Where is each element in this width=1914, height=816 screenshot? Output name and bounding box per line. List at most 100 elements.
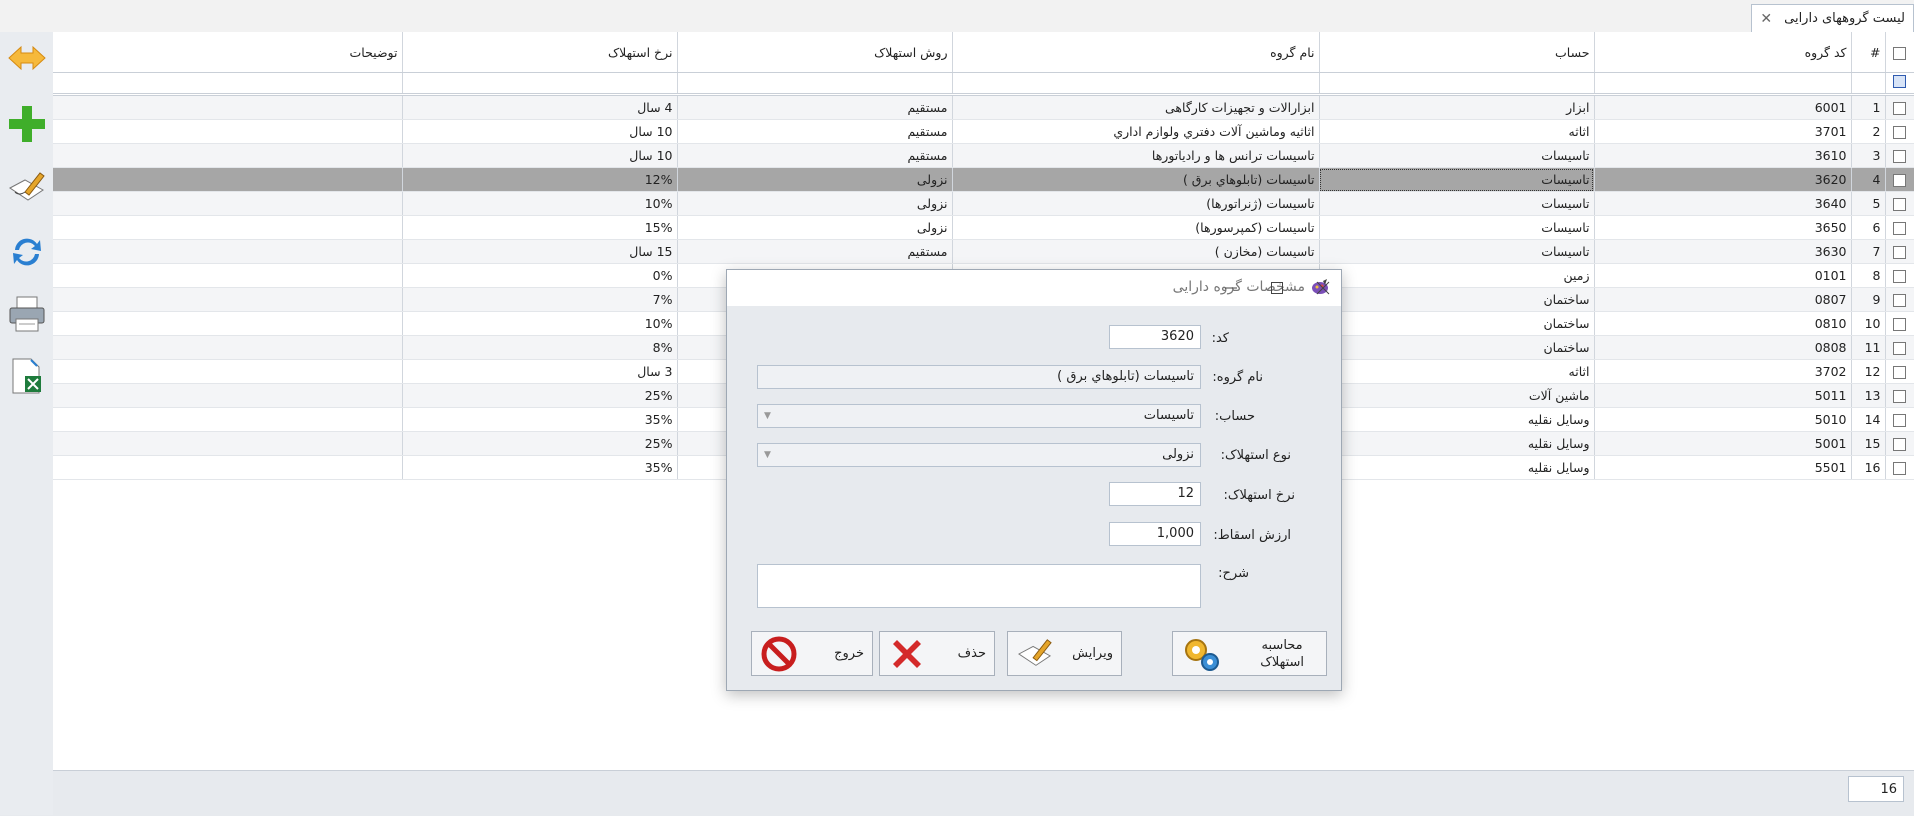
cell-rate[interactable]: 35% (402, 455, 678, 480)
cell-code[interactable]: 3701 (1594, 119, 1852, 144)
cell-rate[interactable]: 4 سال (402, 94, 678, 120)
close-icon[interactable] (1309, 274, 1337, 302)
cell-row-number[interactable]: 5 (1851, 191, 1886, 216)
filter-icon[interactable] (1885, 72, 1914, 96)
table-row[interactable]: 1 6001 ابزار ابزارالات و تجهیزات کارگاهی مست… (53, 94, 1914, 120)
row-checkbox[interactable] (1885, 335, 1914, 360)
table-row[interactable]: 6 3650 تاسیسات تاسیسات (کمپرسورها) نزولی 15% (53, 215, 1914, 240)
row-checkbox[interactable] (1885, 455, 1914, 480)
cell-row-number[interactable]: 3 (1851, 143, 1886, 168)
header-rate[interactable]: نرخ استهلاک (402, 32, 678, 73)
cell-method[interactable]: مستقیم (677, 94, 953, 120)
cell-description[interactable] (53, 239, 403, 264)
cell-rate[interactable]: 10 سال (402, 119, 678, 144)
row-checkbox[interactable] (1885, 431, 1914, 456)
cell-account[interactable]: وسایل نقلیه (1319, 455, 1595, 480)
cell-rate[interactable]: 7% (402, 287, 678, 312)
header-account[interactable]: حساب (1319, 32, 1595, 73)
row-checkbox[interactable] (1885, 287, 1914, 312)
exit-button[interactable]: خروج (751, 631, 873, 676)
depreciation-type-combo[interactable]: نزولی ▼ (757, 443, 1201, 467)
cell-method[interactable]: مستقیم (677, 239, 953, 264)
maximize-icon[interactable] (1263, 274, 1291, 302)
cell-description[interactable] (53, 431, 403, 456)
select-all-checkbox[interactable] (1885, 32, 1914, 73)
header-code[interactable]: کد گروه (1594, 32, 1852, 73)
cell-method[interactable]: مستقیم (677, 119, 953, 144)
cell-group-name[interactable]: تاسیسات (ژنراتورها) (952, 191, 1320, 216)
salvage-field[interactable]: 1,000 (1109, 522, 1201, 546)
filter-cell[interactable] (677, 72, 953, 96)
cell-account[interactable]: تاسیسات (1319, 239, 1595, 264)
cell-row-number[interactable]: 13 (1851, 383, 1886, 408)
header-method[interactable]: روش استهلاک (677, 32, 953, 73)
cell-rate[interactable]: 15 سال (402, 239, 678, 264)
cell-method[interactable]: مستقیم (677, 143, 953, 168)
cell-method[interactable]: نزولی (677, 215, 953, 240)
row-checkbox[interactable] (1885, 94, 1914, 120)
filter-cell[interactable] (1594, 72, 1852, 96)
cell-description[interactable] (53, 383, 403, 408)
cell-account[interactable]: زمین (1319, 263, 1595, 288)
filter-cell[interactable] (952, 72, 1320, 96)
cell-account[interactable]: تاسیسات (1319, 143, 1595, 168)
cell-account[interactable]: اثاثه (1319, 119, 1595, 144)
cell-description[interactable] (53, 311, 403, 336)
delete-button[interactable]: حذف (879, 631, 995, 676)
cell-code[interactable]: 3640 (1594, 191, 1852, 216)
cell-row-number[interactable]: 9 (1851, 287, 1886, 312)
cell-rate[interactable]: 10% (402, 191, 678, 216)
cell-code[interactable]: 0808 (1594, 335, 1852, 360)
cell-rate[interactable]: 15% (402, 215, 678, 240)
cell-code[interactable]: 3650 (1594, 215, 1852, 240)
cell-group-name[interactable]: تاسیسات (کمپرسورها) (952, 215, 1320, 240)
cell-account[interactable]: ماشین آلات (1319, 383, 1595, 408)
header-group-name[interactable]: نام گروه (952, 32, 1320, 73)
cell-code[interactable]: 3630 (1594, 239, 1852, 264)
cell-code[interactable]: 5010 (1594, 407, 1852, 432)
cell-rate[interactable]: 0% (402, 263, 678, 288)
cell-description[interactable] (53, 167, 403, 192)
cell-code[interactable]: 6001 (1594, 94, 1852, 120)
code-field[interactable]: 3620 (1109, 325, 1201, 349)
cell-row-number[interactable]: 12 (1851, 359, 1886, 384)
add-icon[interactable] (5, 102, 49, 146)
cell-code[interactable]: 5501 (1594, 455, 1852, 480)
cell-row-number[interactable]: 15 (1851, 431, 1886, 456)
calculate-depreciation-button[interactable]: محاسبه استهلاک (1172, 631, 1327, 676)
expand-arrows-icon[interactable] (5, 36, 49, 80)
print-icon[interactable] (5, 292, 49, 336)
cell-method[interactable]: نزولی (677, 167, 953, 192)
row-checkbox[interactable] (1885, 311, 1914, 336)
cell-rate[interactable]: 8% (402, 335, 678, 360)
cell-code[interactable]: 3610 (1594, 143, 1852, 168)
cell-description[interactable] (53, 263, 403, 288)
row-checkbox[interactable] (1885, 359, 1914, 384)
cell-account[interactable]: وسایل نقلیه (1319, 431, 1595, 456)
minimize-icon[interactable] (1217, 274, 1245, 302)
cell-rate[interactable]: 10% (402, 311, 678, 336)
row-checkbox[interactable] (1885, 143, 1914, 168)
group-name-field[interactable]: تاسیسات (تابلوهاي برق ) (757, 365, 1201, 389)
cell-group-name[interactable]: تاسیسات (مخازن ) (952, 239, 1320, 264)
filter-cell[interactable] (53, 72, 403, 96)
cell-row-number[interactable]: 7 (1851, 239, 1886, 264)
edit-icon[interactable] (5, 166, 49, 210)
cell-account[interactable]: ساختمان (1319, 287, 1595, 312)
cell-row-number[interactable]: 10 (1851, 311, 1886, 336)
row-checkbox[interactable] (1885, 119, 1914, 144)
cell-method[interactable]: نزولی (677, 191, 953, 216)
cell-account[interactable]: تاسیسات (1319, 215, 1595, 240)
cell-account[interactable]: ساختمان (1319, 311, 1595, 336)
description-field[interactable] (757, 564, 1201, 608)
rate-field[interactable]: 12 (1109, 482, 1201, 506)
filter-cell[interactable] (1319, 72, 1595, 96)
cell-row-number[interactable]: 14 (1851, 407, 1886, 432)
row-checkbox[interactable] (1885, 407, 1914, 432)
cell-account[interactable]: اثاثه (1319, 359, 1595, 384)
chevron-down-icon[interactable]: ▼ (764, 444, 771, 466)
header-description[interactable]: توضیحات (53, 32, 403, 73)
chevron-down-icon[interactable]: ▼ (764, 405, 771, 427)
cell-code[interactable]: 3620 (1594, 167, 1852, 192)
cell-account[interactable]: وسایل نقلیه (1319, 407, 1595, 432)
